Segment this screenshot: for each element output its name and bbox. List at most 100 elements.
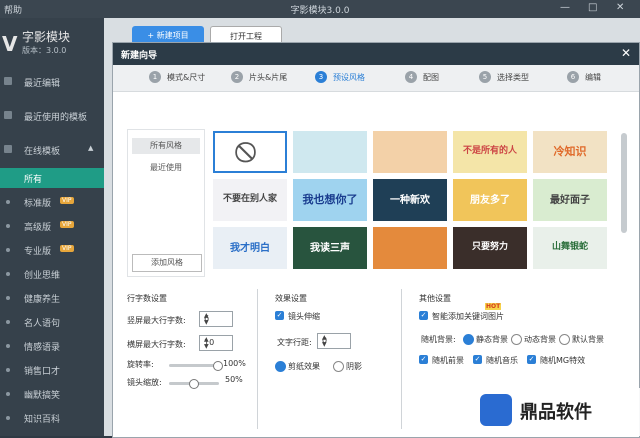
tile-caption: 我也想你了 [302,193,358,206]
vip-badge: VIP [60,245,74,252]
sidebar-item-knowledge[interactable]: 知识百科 [0,408,104,428]
stepper-arrows-icon[interactable]: ▲ ▼ [204,312,230,326]
app-logo: V [2,32,18,56]
bullet-icon [6,344,10,348]
sidebar-item-health[interactable]: 健康养生 [0,288,104,308]
tile-caption: 山舞银蛇 [551,242,588,252]
watermark-logo-icon [480,394,512,426]
tile-caption: 最好面子 [550,195,590,206]
step-number: 4 [405,71,417,83]
line-spacing-stepper[interactable]: 0 ▲ ▼ [317,333,351,349]
effects-title: 效果设置 [275,294,307,303]
step-label: 模式&尺寸 [167,73,206,82]
close-icon[interactable]: ✕ [621,46,631,60]
step-number: 6 [567,71,579,83]
sidebar-item-label: 健康养生 [24,295,61,305]
section-divider [257,289,258,429]
watermark: 鼎品软件 [472,388,640,436]
style-grid-scrollbar[interactable] [621,133,627,233]
bullet-icon [6,416,10,420]
zoom-slider-handle[interactable] [189,379,199,389]
step-number: 2 [231,71,243,83]
style-tile[interactable] [373,131,447,173]
stepper-arrows-icon[interactable]: ▲ ▼ [204,336,230,350]
paper-cut-radio[interactable] [275,361,286,372]
sidebar-item-label: 名人语句 [24,319,61,329]
style-tile[interactable]: 最好面子 [533,179,607,221]
random-music-checkbox[interactable]: ✓ [473,355,482,364]
style-tile[interactable]: 一种新欢 [373,179,447,221]
category-all-styles[interactable]: 所有风格 [132,138,200,154]
style-tile[interactable]: 山舞银蛇 [533,227,607,269]
style-tile[interactable]: 朋友多了 [453,179,527,221]
step-number: 3 [315,71,327,83]
sidebar-item-online-templates[interactable]: 在线模板 ▲ [0,140,104,160]
lens-shake-checkbox[interactable]: ✓ [275,311,284,320]
horizontal-max-stepper[interactable]: 10 ▲ ▼ [199,335,233,351]
step-number: 5 [479,71,491,83]
random-fg-checkbox[interactable]: ✓ [419,355,428,364]
sidebar-item-startup[interactable]: 创业思维 [0,264,104,284]
style-tile[interactable] [293,131,367,173]
style-tile[interactable]: 我读三声 [293,227,367,269]
sidebar-item-emotion[interactable]: 情感语录 [0,336,104,356]
sidebar-item-standard[interactable]: 标准版 VIP [0,192,104,212]
step-label: 选择类型 [497,73,529,82]
sidebar-item-label: 幽默搞笑 [24,391,61,401]
style-tile-none[interactable]: ⃠ [213,131,287,173]
vertical-max-label: 竖屏最大行字数: [127,316,186,325]
sidebar-item-advanced[interactable]: 高级版 VIP [0,216,104,236]
chevron-up-icon[interactable]: ▲ [88,144,93,152]
default-bg-label: 默认背景 [572,335,604,344]
random-music-label: 随机音乐 [486,356,518,365]
sidebar-item-all[interactable]: 所有 [0,168,104,188]
style-tile[interactable]: 冷知识 [533,131,607,173]
smart-images-checkbox[interactable]: ✓ [419,311,428,320]
static-bg-label: 静态背景 [476,335,508,344]
maximize-icon[interactable]: □ [588,2,597,13]
dynamic-bg-radio[interactable] [511,334,522,345]
style-tile[interactable]: 我才明白 [213,227,287,269]
static-bg-radio[interactable] [463,334,474,345]
sidebar-item-quotes[interactable]: 名人语句 [0,312,104,332]
random-bg-label: 随机背景: [421,335,456,344]
rotate-slider[interactable] [169,364,219,367]
bullet-icon [6,320,10,324]
sidebar-item-recent-edit[interactable]: 最近编辑 [0,72,104,92]
bullet-icon [6,368,10,372]
style-tile[interactable] [373,227,447,269]
sidebar-item-professional[interactable]: 专业版 VIP [0,240,104,260]
step-number: 1 [149,71,161,83]
bullet-icon [6,296,10,300]
random-fg-label: 随机前景 [432,356,464,365]
style-tile[interactable]: 只要努力 [453,227,527,269]
default-bg-radio[interactable] [559,334,570,345]
tile-caption: 只要努力 [471,242,508,252]
tile-caption: 我才明白 [230,243,270,254]
sidebar-item-label: 创业思维 [24,271,61,281]
step-label: 编辑 [585,73,601,82]
random-mg-checkbox[interactable]: ✓ [527,355,536,364]
style-tile[interactable]: 我也想你了 [293,179,367,221]
rotate-slider-handle[interactable] [213,361,223,371]
style-grid: ⃠ 不是所有的人 冷知识 不要在别人家 我也想你了 一种新欢 朋友多了 最好面子… [209,129,629,275]
sidebar-item-label: 销售口才 [24,367,61,377]
category-recent[interactable]: 最近使用 [132,160,200,176]
style-tile[interactable]: 不要在别人家 [213,179,287,221]
sidebar-item-humor[interactable]: 幽默搞笑 [0,384,104,404]
stepper-arrows-icon[interactable]: ▲ ▼ [322,334,348,348]
random-mg-label: 随机MG特效 [540,356,586,365]
add-style-button[interactable]: 添加风格 [132,254,202,272]
vip-badge: VIP [60,197,74,204]
sidebar-item-sales[interactable]: 销售口才 [0,360,104,380]
style-tile[interactable]: 不是所有的人 [453,131,527,173]
close-window-icon[interactable]: ✕ [616,2,624,13]
list-icon [4,145,12,153]
dialog-title: 新建向导 [121,51,158,61]
minimize-icon[interactable]: — [560,2,570,13]
bullet-icon [6,224,10,228]
vertical-max-stepper[interactable]: 6 ▲ ▼ [199,311,233,327]
shadow-radio[interactable] [333,361,344,372]
word-settings-title: 行字数设置 [127,294,167,303]
sidebar-item-recent-templates[interactable]: 最近使用的模板 [0,106,104,126]
